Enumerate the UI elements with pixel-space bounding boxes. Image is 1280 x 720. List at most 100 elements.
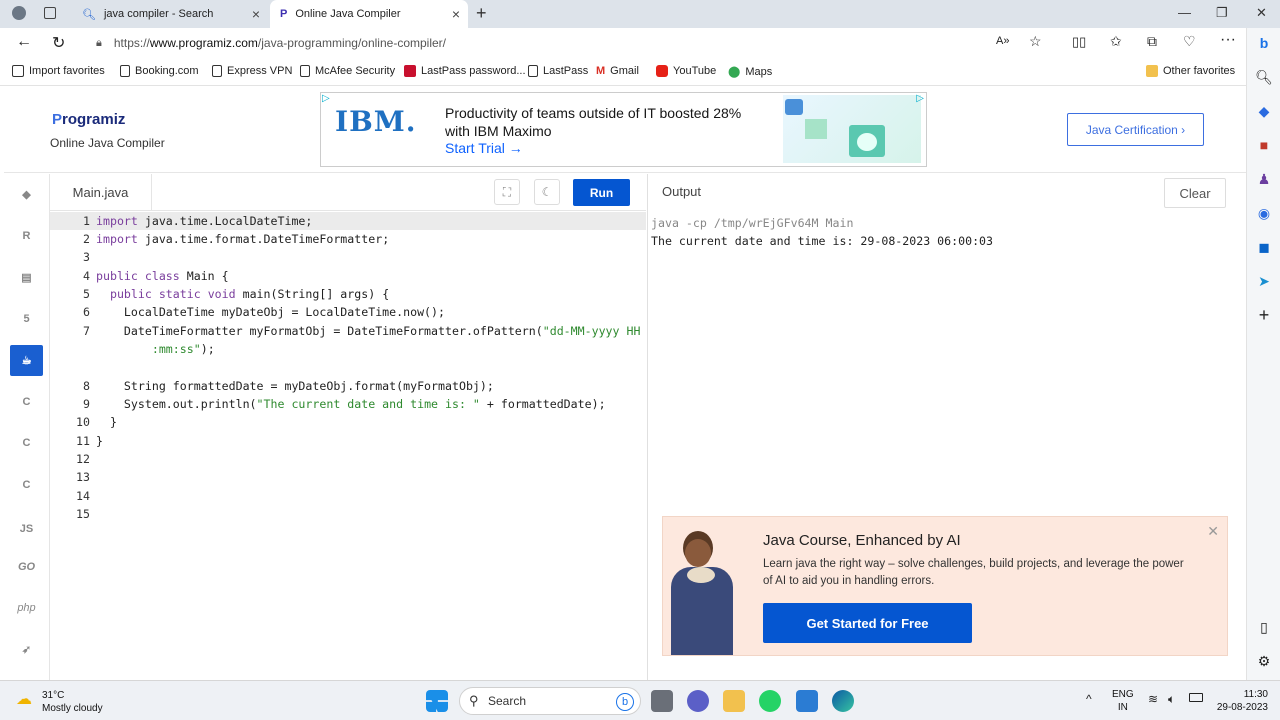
fullscreen-icon[interactable]: ⛶ xyxy=(494,179,520,205)
ad-choices-icon[interactable]: ▷ xyxy=(322,93,330,104)
favorite-label: Booking.com xyxy=(135,65,199,77)
new-tab-button[interactable]: + xyxy=(476,3,487,24)
weather-icon[interactable]: ☁ xyxy=(16,689,32,709)
java-certification-button[interactable]: Java Certification › xyxy=(1067,113,1204,146)
close-window-icon[interactable]: ✕ xyxy=(1256,5,1267,21)
lang-php-icon[interactable]: php xyxy=(10,592,43,623)
ibm-ad-banner[interactable]: ▷ IBM. Productivity of teams outside of … xyxy=(320,92,927,167)
output-console: java -cp /tmp/wrEjGFv64M Main The current… xyxy=(651,214,993,250)
url-bar[interactable]: 🔒︎ https://www.programiz.com/java-progra… xyxy=(86,31,1056,55)
lang-python-icon[interactable]: ◆ xyxy=(10,179,43,210)
profile-icon[interactable] xyxy=(12,6,26,20)
favorite-youtube[interactable]: YouTube xyxy=(656,65,716,77)
task-view-icon[interactable] xyxy=(651,690,673,712)
favorite-lastpass-password[interactable]: LastPass password... xyxy=(404,65,526,77)
url-domain: www.programiz.com xyxy=(149,36,258,50)
lang-sql-icon[interactable]: ▤ xyxy=(10,262,43,293)
teams-chat-icon[interactable] xyxy=(687,690,709,712)
other-favorites[interactable]: Other favorites xyxy=(1146,65,1235,77)
region-code: IN xyxy=(1117,702,1128,713)
add-icon[interactable]: + xyxy=(1255,306,1273,324)
ad-close-icon[interactable]: ▷ xyxy=(916,93,924,104)
weather-widget[interactable]: 31°C Mostly cloudy xyxy=(42,689,103,715)
battery-icon[interactable] xyxy=(1189,693,1203,702)
site-header: Programiz Online Java Compiler ▷ IBM. Pr… xyxy=(4,87,1246,173)
lang-csharp-icon[interactable]: C xyxy=(10,469,43,500)
back-icon[interactable]: ← xyxy=(16,33,32,51)
language-sidebar: ◆ R ▤ 5 ☕︎ C C C JS GO php ➶ xyxy=(4,174,50,680)
bing-copilot-icon[interactable]: b xyxy=(1255,34,1273,52)
file-explorer-icon[interactable] xyxy=(723,690,745,712)
favorite-gmail[interactable]: M Gmail xyxy=(596,65,639,77)
code-line: public static void main(String[] args) { xyxy=(109,287,390,301)
favorites-icon[interactable]: ✩ xyxy=(1110,33,1122,50)
taskbar-search[interactable]: ⚲ Search b xyxy=(459,687,641,715)
language-indicator[interactable]: ENG IN xyxy=(1112,688,1134,714)
taskbar-clock[interactable]: 11:30 29-08-2023 xyxy=(1212,688,1268,714)
close-icon[interactable]: ✕ xyxy=(1207,523,1219,540)
maximize-icon[interactable]: ❐ xyxy=(1216,5,1228,21)
send-icon[interactable]: ➤ xyxy=(1255,272,1273,290)
code-editor[interactable]: 1 2 3 4 5 6 7 8 9 10 11 12 13 14 15 impo… xyxy=(50,212,646,680)
favorite-label: Other favorites xyxy=(1163,65,1236,77)
close-tab-icon[interactable]: × xyxy=(452,6,460,22)
lang-swift-icon[interactable]: ➶ xyxy=(10,634,43,665)
favorite-mcafee[interactable]: McAfee Security xyxy=(300,65,395,77)
favorite-booking[interactable]: Booking.com xyxy=(120,65,199,77)
show-hidden-icons-icon[interactable]: ^ xyxy=(1086,692,1092,706)
browser-tab-strip: 🔍︎ java compiler - Search × P Online Jav… xyxy=(0,0,1280,28)
read-aloud-icon[interactable]: A» xyxy=(996,35,1009,47)
clear-button[interactable]: Clear xyxy=(1164,178,1226,208)
get-started-button[interactable]: Get Started for Free xyxy=(763,603,972,643)
minimize-icon[interactable]: — xyxy=(1178,5,1191,20)
line-number: 5 xyxy=(83,287,90,301)
programiz-logo[interactable]: Programiz xyxy=(52,111,125,128)
whatsapp-icon[interactable] xyxy=(759,690,781,712)
favorite-expressvpn[interactable]: Express VPN xyxy=(212,65,292,77)
volume-icon[interactable]: 🔈︎ xyxy=(1168,692,1175,707)
file-tab-main-java[interactable]: Main.java xyxy=(50,174,152,211)
dark-mode-icon[interactable]: ☾ xyxy=(534,179,560,205)
browser-essentials-icon[interactable]: ♡ xyxy=(1183,33,1196,50)
lang-c-icon[interactable]: C xyxy=(10,386,43,417)
more-menu-icon[interactable]: ··· xyxy=(1220,31,1236,49)
edge-browser-icon[interactable] xyxy=(832,690,854,712)
microsoft365-icon[interactable]: ◉ xyxy=(1255,204,1273,222)
output-title: Output xyxy=(662,184,702,199)
tab-online-java-compiler[interactable]: P Online Java Compiler × xyxy=(270,0,468,28)
refresh-icon[interactable]: ↻ xyxy=(52,33,65,53)
tab-actions-icon[interactable] xyxy=(44,7,56,19)
settings-icon[interactable]: ⚙ xyxy=(1255,652,1273,670)
output-header: Output Clear xyxy=(648,174,1247,211)
close-tab-icon[interactable]: × xyxy=(252,6,260,22)
sidebar-toggle-icon[interactable]: ▯ xyxy=(1255,618,1273,636)
favorite-star-icon[interactable]: ☆ xyxy=(1029,33,1042,50)
ad-cta-link[interactable]: Start Trial → xyxy=(445,140,523,156)
code-line: String formattedDate = myDateObj.format(… xyxy=(96,379,494,393)
favorite-lastpass[interactable]: LastPass xyxy=(528,65,588,77)
lang-html-icon[interactable]: 5 xyxy=(10,303,43,334)
wifi-icon[interactable]: ≋ xyxy=(1148,692,1158,706)
split-screen-icon[interactable]: ▯▯ xyxy=(1072,34,1086,50)
games-icon[interactable]: ♟ xyxy=(1255,170,1273,188)
tools-icon[interactable]: ■ xyxy=(1255,136,1273,154)
outlook-icon[interactable]: ◼ xyxy=(1255,238,1273,256)
line-number: 6 xyxy=(83,305,90,319)
edge-sidebar: b 🔍︎ ◆ ■ ♟ ◉ ◼ ➤ + ▯ ⚙ xyxy=(1246,28,1280,680)
lang-js-icon[interactable]: JS xyxy=(10,513,43,544)
windows-start-icon[interactable] xyxy=(426,690,448,712)
collections-icon[interactable]: ⧉ xyxy=(1147,33,1157,50)
tab-java-compiler-search[interactable]: 🔍︎ java compiler - Search × xyxy=(74,0,268,28)
favorite-import[interactable]: Import favorites xyxy=(12,65,105,77)
lang-r-icon[interactable]: R xyxy=(10,220,43,251)
line-number: 2 xyxy=(83,232,90,246)
search-icon[interactable]: 🔍︎ xyxy=(1255,68,1273,86)
shopping-icon[interactable]: ◆ xyxy=(1255,102,1273,120)
youtube-icon xyxy=(656,65,668,77)
run-button[interactable]: Run xyxy=(573,179,630,206)
lang-java-icon[interactable]: ☕︎ xyxy=(10,345,43,376)
lang-go-icon[interactable]: GO xyxy=(10,551,43,582)
favorite-maps[interactable]: ⬤ Maps xyxy=(728,65,772,79)
lang-cpp-icon[interactable]: C xyxy=(10,427,43,458)
microsoft-store-icon[interactable] xyxy=(796,690,818,712)
